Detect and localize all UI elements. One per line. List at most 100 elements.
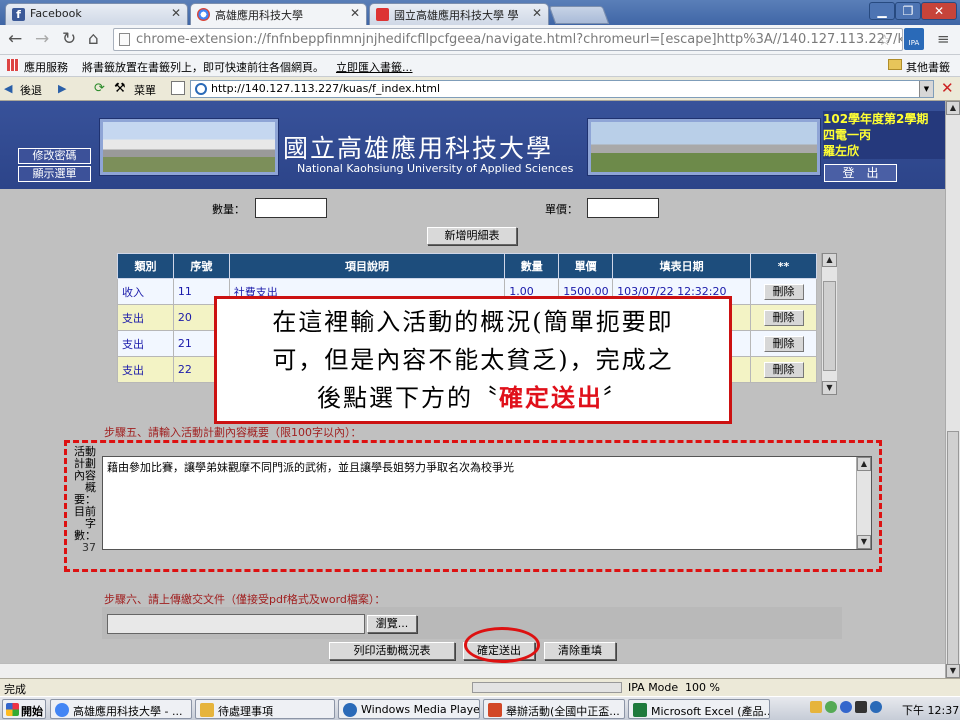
qty-input[interactable]: [255, 198, 327, 218]
university-name-en: National Kaohsiung University of Applied…: [297, 162, 574, 175]
browse-button[interactable]: 瀏覽...: [367, 615, 417, 633]
delete-button[interactable]: 刪除: [763, 309, 804, 326]
dropdown-arrow-icon[interactable]: ▼: [919, 81, 933, 97]
scroll-up-icon[interactable]: ▲: [946, 101, 960, 115]
add-detail-button[interactable]: 新增明細表: [427, 227, 517, 245]
tray-icon[interactable]: [840, 701, 852, 713]
scroll-thumb[interactable]: [823, 281, 836, 371]
site-header: 修改密碼 顯示選單 國立高雄應用科技大學 National Kaohsiung …: [0, 101, 945, 189]
back-icon[interactable]: ◀: [4, 82, 12, 95]
price-input[interactable]: [587, 198, 659, 218]
user-name: 羅左欣: [823, 144, 860, 158]
progress-bar: [472, 682, 622, 693]
tray-icon[interactable]: [810, 701, 822, 713]
folder-icon: [200, 703, 214, 717]
new-tab-button[interactable]: [548, 6, 610, 24]
minimize-button[interactable]: ▁: [869, 2, 895, 20]
step6-label: 步驟六、請上傳繳交文件（僅接受pdf格式及word檔案）：: [104, 593, 386, 606]
address-text: chrome-extension://fnfnbeppfinmnjnjhedif…: [136, 32, 903, 47]
address-bar[interactable]: chrome-extension://fnfnbeppfinmnjnjhedif…: [113, 28, 903, 51]
forward-arrow-icon[interactable]: →: [35, 29, 49, 49]
maximize-button[interactable]: ❐: [895, 2, 921, 20]
change-password-button[interactable]: 修改密碼: [18, 148, 91, 164]
cell-type: 支出: [117, 356, 174, 383]
col-qty: 數量: [504, 253, 560, 279]
back-arrow-icon[interactable]: ←: [8, 29, 22, 49]
delete-button[interactable]: 刪除: [763, 283, 804, 300]
page-scrollbar[interactable]: ▲ ▼: [945, 101, 960, 678]
taskbar-item[interactable]: 待處理事項: [195, 699, 335, 719]
taskbar: 開始 高雄應用科技大學 - ... 待處理事項 Windows Media Pl…: [0, 696, 960, 720]
stop-icon[interactable]: ✕: [941, 79, 954, 97]
callout-text: 〞: [603, 384, 629, 412]
page-icon: [171, 81, 185, 95]
scroll-down-icon[interactable]: ▼: [822, 381, 837, 395]
zoom-level[interactable]: 100 %: [685, 681, 720, 694]
apps-icon: [7, 59, 19, 71]
col-desc: 項目說明: [228, 253, 506, 279]
home-icon[interactable]: ⌂: [88, 29, 99, 49]
tab-kuas-student[interactable]: 國立高雄應用科技大學 學 ✕: [369, 3, 549, 25]
print-summary-button[interactable]: 列印活動概況表: [329, 642, 455, 660]
close-icon[interactable]: ✕: [350, 6, 360, 20]
content-summary-textarea[interactable]: 藉由參加比賽，讓學弟妹觀摩不同門派的武術，並且讓學長姐努力爭取名次為校爭光: [102, 456, 872, 550]
windows-logo-icon: [6, 703, 19, 716]
reload-icon[interactable]: ↻: [62, 29, 76, 49]
ipa-extension-icon[interactable]: IPA: [904, 28, 924, 50]
other-bookmarks[interactable]: 其他書籤: [906, 59, 950, 75]
refresh-icon[interactable]: ⟳: [94, 81, 105, 96]
close-window-button[interactable]: ✕: [921, 2, 957, 20]
taskbar-item[interactable]: 舉辦活動(全國中正盃...: [483, 699, 625, 719]
ie-address-bar[interactable]: http://140.127.113.227/kuas/f_index.html…: [190, 80, 934, 98]
tray-icon[interactable]: [825, 701, 837, 713]
folder-icon: [888, 59, 902, 70]
col-type: 類別: [117, 253, 174, 279]
tray-icon[interactable]: [870, 701, 882, 713]
apps-link[interactable]: 應用服務: [24, 59, 68, 75]
taskbar-label: 高雄應用科技大學 - ...: [73, 705, 183, 718]
chrome-icon: [55, 703, 69, 717]
tab-label: 國立高雄應用科技大學 學: [394, 9, 519, 22]
col-date: 填表日期: [612, 253, 751, 279]
clock[interactable]: 下午 12:37: [902, 702, 959, 718]
show-menu-button[interactable]: 顯示選單: [18, 166, 91, 182]
scroll-down-icon[interactable]: ▼: [946, 664, 960, 678]
horizontal-scrollbar[interactable]: [0, 663, 945, 678]
scroll-down-icon[interactable]: ▼: [857, 535, 871, 549]
col-seq: 序號: [172, 253, 230, 279]
callout-line: 後點選下方的〝確定送出〞: [217, 379, 729, 417]
menu-icon[interactable]: ≡: [937, 30, 950, 48]
back-label[interactable]: 後退: [20, 82, 42, 98]
callout-text: 後點選下方的〝: [317, 384, 499, 412]
forward-icon[interactable]: ▶: [58, 82, 66, 95]
taskbar-item[interactable]: 高雄應用科技大學 - ...: [50, 699, 192, 719]
delete-button[interactable]: 刪除: [763, 335, 804, 352]
tab-kuas[interactable]: 高雄應用科技大學 ✕: [190, 3, 367, 25]
start-button[interactable]: 開始: [2, 699, 46, 719]
close-icon[interactable]: ✕: [532, 6, 542, 20]
system-tray: [810, 701, 896, 717]
textarea-scrollbar[interactable]: ▲ ▼: [856, 457, 871, 549]
logout-button[interactable]: 登 出: [824, 164, 897, 182]
close-icon[interactable]: ✕: [171, 6, 181, 20]
taskbar-item[interactable]: Microsoft Excel (產品...: [628, 699, 770, 719]
menu-label[interactable]: 菜單: [134, 82, 156, 98]
facebook-icon: f: [12, 8, 25, 21]
scroll-up-icon[interactable]: ▲: [822, 253, 837, 267]
taskbar-item[interactable]: Windows Media Player: [338, 699, 480, 719]
cell-type: 收入: [117, 278, 174, 305]
tab-facebook[interactable]: f Facebook ✕: [5, 3, 188, 25]
taskbar-label: 舉辦活動(全國中正盃...: [506, 705, 620, 718]
table-scrollbar[interactable]: ▲ ▼: [821, 253, 837, 395]
tray-icon[interactable]: [855, 701, 867, 713]
star-icon[interactable]: ☆: [878, 31, 891, 49]
callout-line: 在這裡輸入活動的概況(簡單扼要即: [272, 308, 674, 336]
scroll-up-icon[interactable]: ▲: [857, 457, 871, 471]
tools-icon[interactable]: ⚒: [114, 81, 126, 96]
delete-button[interactable]: 刪除: [763, 361, 804, 378]
qty-label: 數量：: [212, 203, 245, 216]
scroll-thumb[interactable]: [947, 431, 959, 671]
file-path-input[interactable]: [107, 614, 365, 634]
clear-button[interactable]: 清除重填: [544, 642, 616, 660]
import-bookmarks-link[interactable]: 立即匯入書籤...: [336, 59, 413, 75]
